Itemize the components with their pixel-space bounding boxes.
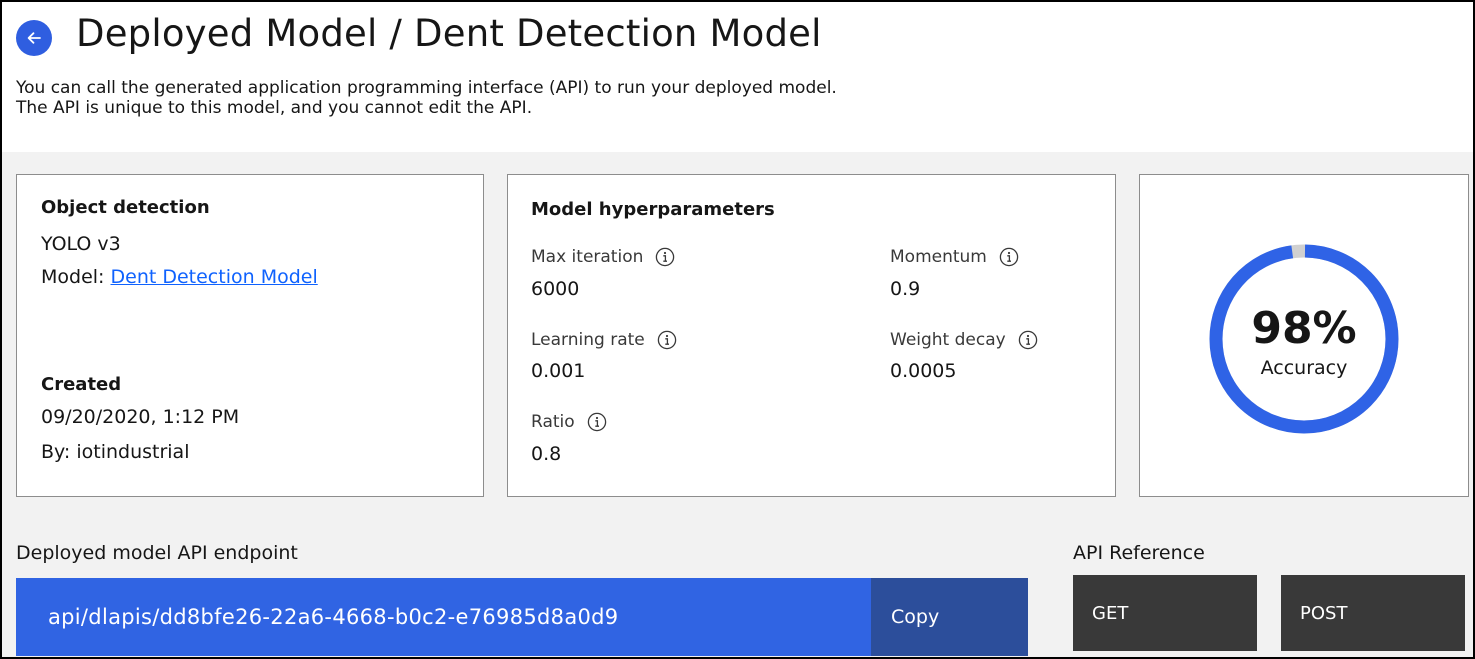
information-icon[interactable] [655, 247, 675, 267]
param-value: 0.001 [531, 360, 586, 382]
created-date: 09/20/2020, 1:12 PM [41, 406, 240, 428]
information-icon[interactable] [587, 412, 607, 432]
param-label: Learning rate [531, 330, 645, 350]
param-max-iteration: Max iteration [531, 247, 675, 267]
accuracy-value: 98% [1251, 303, 1357, 354]
param-label: Ratio [531, 412, 575, 432]
page-header: Deployed Model / Dent Detection Model Yo… [2, 2, 1473, 152]
endpoint-title: Deployed model API endpoint [16, 542, 298, 564]
param-label: Weight decay [890, 330, 1006, 350]
back-button[interactable] [16, 20, 52, 56]
deployed-model-page: Deployed Model / Dent Detection Model Yo… [0, 0, 1475, 659]
copy-button[interactable]: Copy [871, 578, 1028, 656]
param-momentum: Momentum [890, 247, 1019, 267]
page-description: You can call the generated application p… [16, 78, 1016, 118]
post-button[interactable]: POST [1281, 575, 1465, 651]
param-value: 6000 [531, 278, 580, 300]
created-heading: Created [41, 374, 122, 395]
endpoint-url[interactable]: api/dlapis/dd8bfe26-22a6-4668-b0c2-e7698… [16, 578, 871, 656]
get-button[interactable]: GET [1073, 575, 1257, 651]
information-icon[interactable] [999, 247, 1019, 267]
description-line-2: The API is unique to this model, and you… [16, 98, 533, 118]
information-icon[interactable] [657, 330, 677, 350]
page-title: Deployed Model / Dent Detection Model [76, 12, 822, 55]
model-info-card: Object detection YOLO v3 Model: Dent Det… [16, 174, 484, 497]
accuracy-label: Accuracy [1260, 357, 1348, 379]
model-label: Model: [41, 266, 111, 288]
arrow-left-icon [27, 32, 41, 44]
param-value: 0.8 [531, 443, 562, 465]
hyperparameters-card: Model hyperparameters Max iteration 6000… [507, 174, 1116, 497]
model-link[interactable]: Dent Detection Model [111, 266, 318, 288]
param-value: 0.9 [890, 278, 921, 300]
hyperparameters-heading: Model hyperparameters [531, 199, 775, 220]
param-weight-decay: Weight decay [890, 330, 1038, 350]
param-label: Momentum [890, 247, 987, 267]
created-by: By: iotindustrial [41, 441, 190, 463]
information-icon[interactable] [1018, 330, 1038, 350]
param-label: Max iteration [531, 247, 644, 267]
detection-type-heading: Object detection [41, 197, 210, 218]
api-reference-title: API Reference [1073, 542, 1205, 564]
param-ratio: Ratio [531, 412, 607, 432]
param-value: 0.0005 [890, 360, 957, 382]
param-learning-rate: Learning rate [531, 330, 677, 350]
algorithm-name: YOLO v3 [41, 233, 121, 255]
model-row: Model: Dent Detection Model [41, 266, 318, 288]
description-line-1: You can call the generated application p… [16, 78, 837, 98]
accuracy-card: 98% Accuracy [1139, 174, 1469, 497]
endpoint-bar: api/dlapis/dd8bfe26-22a6-4668-b0c2-e7698… [16, 578, 1028, 656]
